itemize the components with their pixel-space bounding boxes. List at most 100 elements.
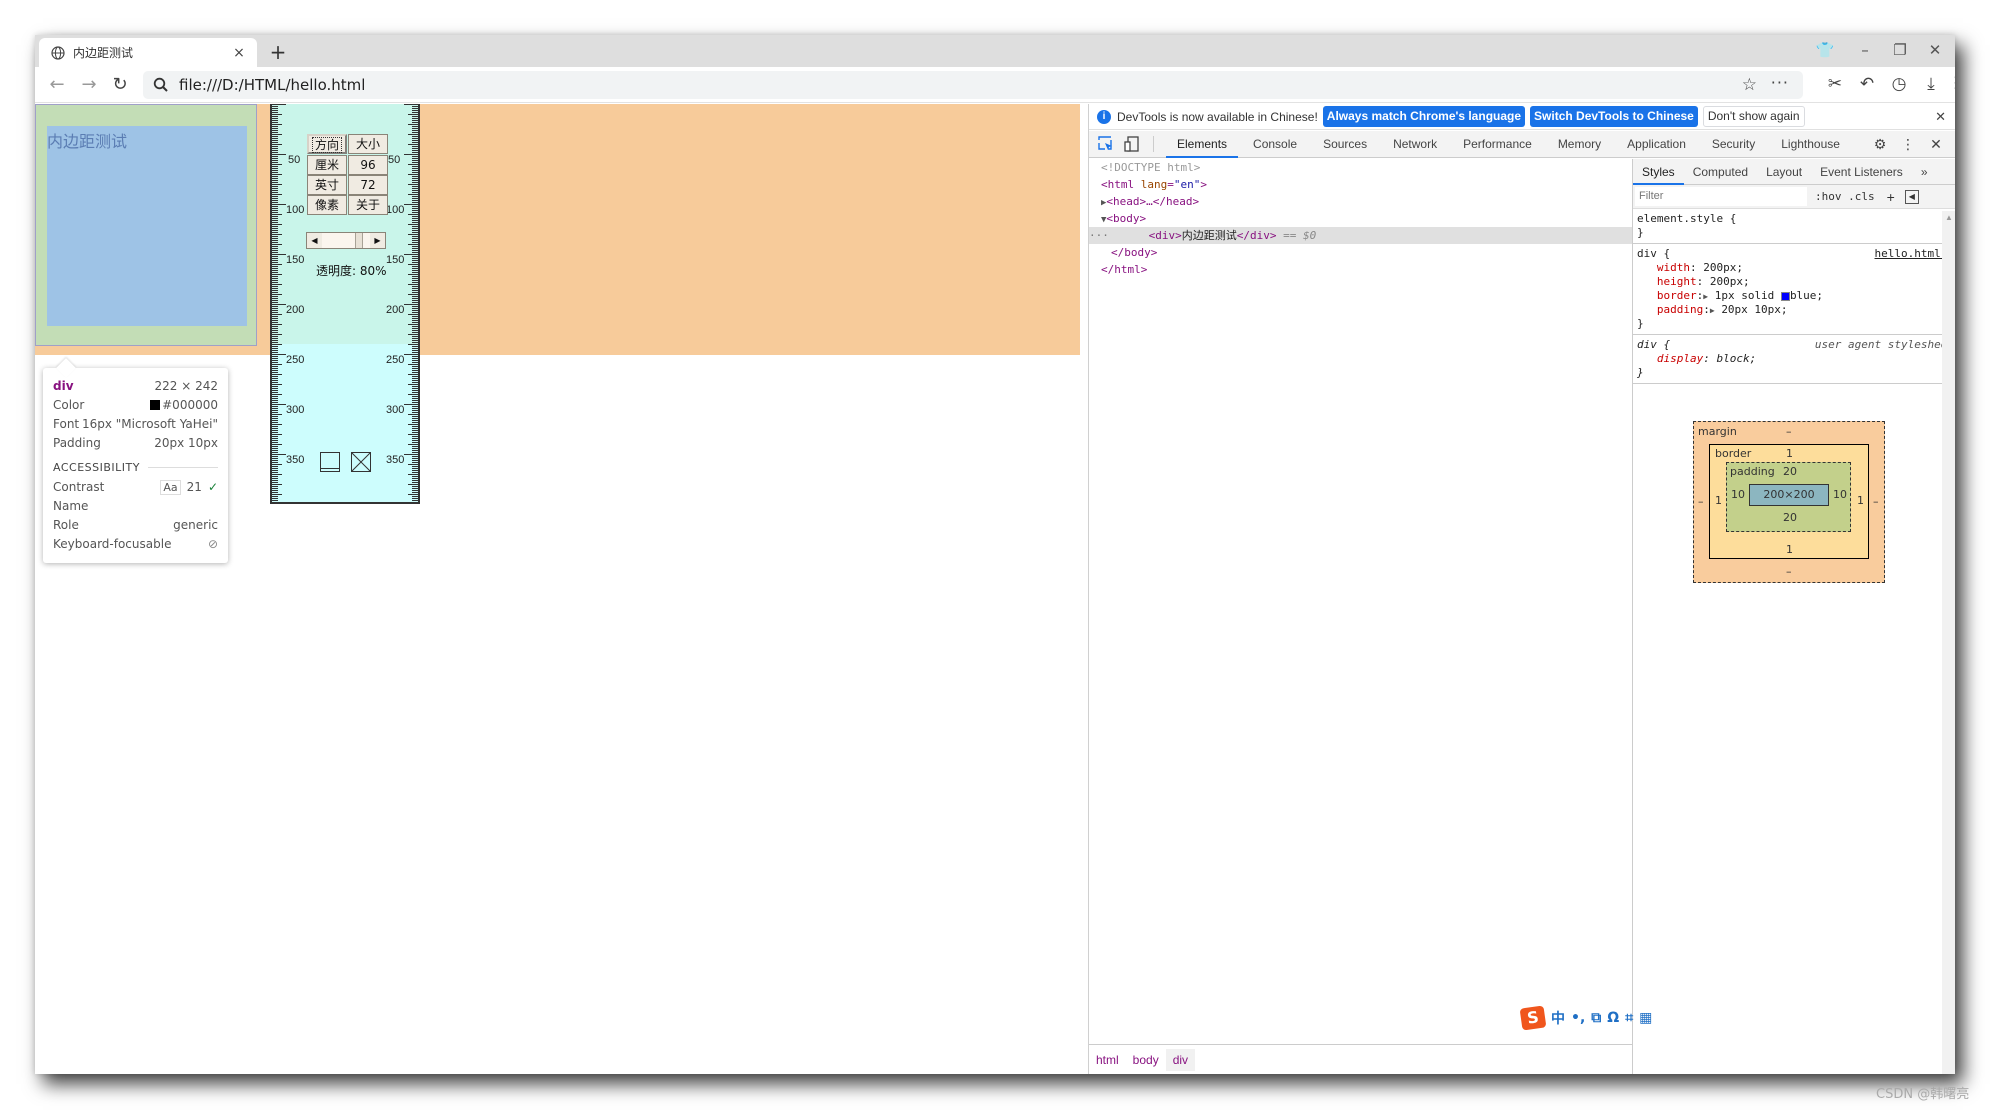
tab-lighthouse[interactable]: Lighthouse bbox=[1768, 131, 1853, 158]
expand-triangle-icon[interactable]: ▶ bbox=[1710, 306, 1715, 315]
expand-triangle-icon[interactable]: ▶ bbox=[1703, 292, 1708, 301]
dom-node-head[interactable]: ▶<head>…</head> bbox=[1089, 193, 1632, 210]
tab-memory[interactable]: Memory bbox=[1545, 131, 1614, 158]
css-prop-border[interactable]: border:▶ 1px solid blue; bbox=[1637, 289, 1952, 303]
menu-icon[interactable]: ☰ bbox=[1950, 74, 1955, 96]
browser-tab[interactable]: 内边距测试 × bbox=[39, 38, 257, 67]
ruler-pixel-button[interactable]: 像素 bbox=[307, 195, 347, 215]
tab-performance[interactable]: Performance bbox=[1450, 131, 1545, 158]
ruler-72-button[interactable]: 72 bbox=[348, 175, 388, 195]
restore-button[interactable]: ❐ bbox=[1885, 41, 1915, 61]
reload-button[interactable]: ↻ bbox=[108, 74, 132, 96]
breadcrumb-body[interactable]: body bbox=[1126, 1049, 1166, 1071]
ime-symbol-icon[interactable]: Ω bbox=[1607, 1010, 1619, 1026]
rule-user-agent[interactable]: user agent stylesheet div { display: blo… bbox=[1633, 335, 1955, 384]
scroll-up-arrow-icon[interactable]: ▲ bbox=[1942, 213, 1955, 222]
rule-element-style[interactable]: element.style { } bbox=[1633, 209, 1955, 244]
tab-application[interactable]: Application bbox=[1614, 131, 1699, 158]
tab-sources[interactable]: Sources bbox=[1310, 131, 1380, 158]
styles-scrollbar[interactable]: ▲ bbox=[1942, 211, 1955, 1074]
node-menu-dots-icon[interactable]: ··· bbox=[1089, 229, 1109, 242]
tab-event-listeners[interactable]: Event Listeners bbox=[1811, 159, 1912, 185]
ime-crop-icon[interactable]: ⌗ bbox=[1625, 1010, 1633, 1026]
toggle-sidebar-icon[interactable]: ◀ bbox=[1904, 189, 1919, 204]
tab-styles[interactable]: Styles bbox=[1633, 159, 1684, 185]
minimize-button[interactable]: – bbox=[1850, 41, 1880, 61]
box-model-content[interactable]: 200×200 bbox=[1749, 484, 1829, 506]
breadcrumb-div[interactable]: div bbox=[1165, 1048, 1196, 1071]
styles-filter-input[interactable]: Filter bbox=[1635, 187, 1807, 206]
border-right-value[interactable]: 1 bbox=[1857, 494, 1864, 507]
margin-right-value[interactable]: – bbox=[1873, 495, 1879, 508]
padding-bottom-value[interactable]: 20 bbox=[1783, 511, 1797, 524]
tab-security[interactable]: Security bbox=[1699, 131, 1768, 158]
hov-cls-toggles[interactable]: :hov .cls bbox=[1815, 190, 1875, 203]
content-div[interactable]: 内边距测试 bbox=[47, 126, 247, 326]
border-top-value[interactable]: 1 bbox=[1786, 447, 1793, 460]
breadcrumb-html[interactable]: html bbox=[1089, 1049, 1126, 1071]
css-prop-width[interactable]: width: 200px; bbox=[1637, 261, 1952, 275]
padding-top-value[interactable]: 20 bbox=[1783, 465, 1797, 478]
margin-top-value[interactable]: – bbox=[1786, 425, 1792, 438]
cut-icon[interactable]: ✂ bbox=[1824, 74, 1846, 96]
margin-bottom-value[interactable]: – bbox=[1786, 565, 1792, 578]
bookmark-star-icon[interactable]: ☆ bbox=[1742, 75, 1757, 95]
ime-punctuation-icon[interactable]: •, bbox=[1571, 1010, 1585, 1026]
screen-ruler-widget[interactable]: 50 50 100 100 150 150 200 200 250 250 30… bbox=[270, 104, 420, 504]
ruler-about-button[interactable]: 关于 bbox=[348, 195, 388, 215]
css-prop-padding[interactable]: padding:▶ 20px 10px; bbox=[1637, 303, 1952, 317]
close-devtools-icon[interactable]: ✕ bbox=[1922, 136, 1950, 153]
device-toolbar-icon[interactable] bbox=[1123, 135, 1141, 153]
tab-console[interactable]: Console bbox=[1240, 131, 1310, 158]
dom-node-div-selected[interactable]: ··· <div>内边距测试</div> == $0 bbox=[1089, 227, 1632, 244]
settings-gear-icon[interactable]: ⚙ bbox=[1866, 136, 1894, 153]
opacity-scroll-thumb[interactable] bbox=[355, 233, 363, 248]
address-bar[interactable]: file:///D:/HTML/hello.html ☆ ··· bbox=[143, 71, 1803, 99]
padding-right-value[interactable]: 10 bbox=[1833, 488, 1847, 501]
scroll-left-arrow-icon[interactable]: ◀ bbox=[307, 233, 322, 248]
close-window-button[interactable]: ✕ bbox=[1920, 41, 1950, 61]
tab-close-icon[interactable]: × bbox=[231, 45, 247, 61]
history-icon[interactable]: ◷ bbox=[1888, 74, 1910, 96]
border-bottom-value[interactable]: 1 bbox=[1786, 543, 1793, 556]
switch-to-chinese-button[interactable]: Switch DevTools to Chinese bbox=[1530, 106, 1698, 127]
opacity-scrollbar[interactable]: ◀ ▶ bbox=[306, 232, 386, 249]
ruler-size-button[interactable]: 大小 bbox=[348, 134, 388, 154]
back-button[interactable]: ← bbox=[45, 74, 69, 96]
tab-computed[interactable]: Computed bbox=[1684, 159, 1757, 185]
url-text[interactable]: file:///D:/HTML/hello.html bbox=[179, 76, 365, 94]
margin-left-value[interactable]: – bbox=[1698, 495, 1704, 508]
more-icon[interactable]: ··· bbox=[1771, 73, 1789, 92]
more-options-icon[interactable]: ⋮ bbox=[1894, 136, 1922, 153]
rule-div[interactable]: hello.html:8 div { width: 200px; height:… bbox=[1633, 244, 1955, 335]
css-prop-height[interactable]: height: 200px; bbox=[1637, 275, 1952, 289]
inspect-element-icon[interactable] bbox=[1097, 135, 1115, 153]
ruler-direction-button[interactable]: 方向 bbox=[307, 134, 347, 154]
dom-node-doctype[interactable]: <!DOCTYPE html> bbox=[1089, 159, 1632, 176]
dom-node-body-close[interactable]: </body> bbox=[1089, 244, 1632, 261]
padding-left-value[interactable]: 10 bbox=[1731, 488, 1745, 501]
skin-icon[interactable]: 👕 bbox=[1810, 41, 1840, 61]
dom-node-html[interactable]: <html lang="en"> bbox=[1089, 176, 1632, 193]
new-rule-plus-icon[interactable]: + bbox=[1887, 189, 1895, 205]
tab-elements[interactable]: Elements bbox=[1164, 131, 1240, 158]
ruler-96-button[interactable]: 96 bbox=[348, 155, 388, 175]
minimize-ruler-icon[interactable] bbox=[320, 452, 340, 472]
sogou-logo-icon[interactable]: S bbox=[1519, 1005, 1547, 1031]
border-left-value[interactable]: 1 bbox=[1715, 494, 1722, 507]
tab-network[interactable]: Network bbox=[1380, 131, 1450, 158]
dom-node-html-close[interactable]: </html> bbox=[1089, 261, 1632, 278]
ime-fullwidth-icon[interactable]: ⧉ bbox=[1591, 1010, 1601, 1026]
download-icon[interactable]: ⤓ bbox=[1920, 74, 1942, 96]
always-match-language-button[interactable]: Always match Chrome's language bbox=[1322, 106, 1526, 127]
more-tabs-icon[interactable]: » bbox=[1912, 159, 1937, 185]
ime-grid-icon[interactable]: ▦ bbox=[1639, 1010, 1652, 1026]
dom-node-body[interactable]: ▼<body> bbox=[1089, 210, 1632, 227]
close-ruler-icon[interactable] bbox=[351, 452, 371, 472]
scroll-right-arrow-icon[interactable]: ▶ bbox=[370, 233, 385, 248]
new-tab-button[interactable]: + bbox=[267, 40, 289, 64]
ime-chinese-mode[interactable]: 中 bbox=[1551, 1008, 1565, 1028]
ruler-cm-button[interactable]: 厘米 bbox=[307, 155, 347, 175]
forward-button[interactable]: → bbox=[77, 74, 101, 96]
dont-show-again-button[interactable]: Don't show again bbox=[1702, 106, 1805, 127]
